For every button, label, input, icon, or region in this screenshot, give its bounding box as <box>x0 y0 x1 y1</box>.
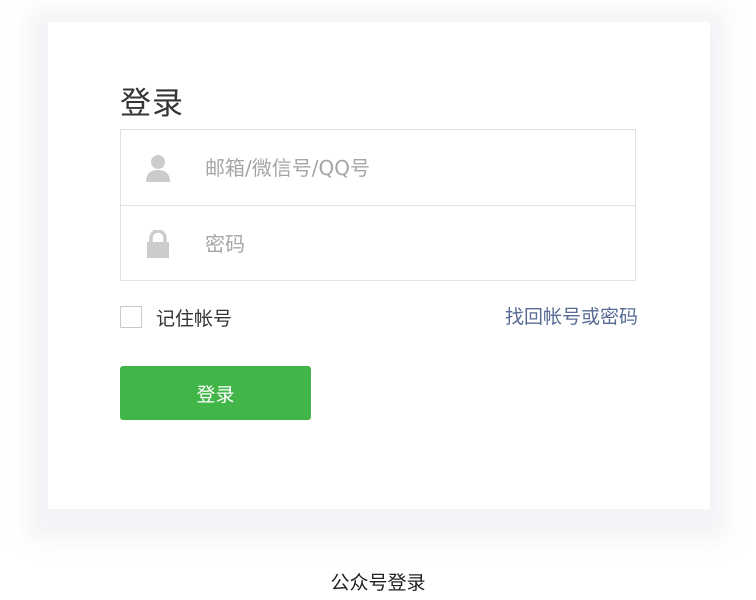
remember-label: 记住帐号 <box>156 307 233 330</box>
remember-checkbox[interactable] <box>120 306 142 328</box>
login-card: 登录 邮箱/微信号/QQ号 记住帐号 找回帐号或密码 登录 <box>48 22 710 509</box>
account-field-row <box>121 130 635 206</box>
account-input[interactable] <box>205 148 605 188</box>
credentials-box <box>120 129 636 281</box>
caption: 公众号登录 <box>330 572 426 594</box>
login-button[interactable]: 登录 <box>120 366 311 420</box>
password-field-row <box>121 206 635 282</box>
page: 登录 邮箱/微信号/QQ号 记住帐号 找回帐号或密码 登录 公众号登录 <box>0 0 756 600</box>
user-icon <box>145 154 171 182</box>
remember-account[interactable]: 记住帐号 <box>120 305 233 330</box>
login-title: 登录 <box>120 86 184 122</box>
password-input[interactable] <box>205 224 605 264</box>
lock-icon <box>145 229 171 258</box>
forgot-account-link[interactable]: 找回帐号或密码 <box>505 305 638 329</box>
